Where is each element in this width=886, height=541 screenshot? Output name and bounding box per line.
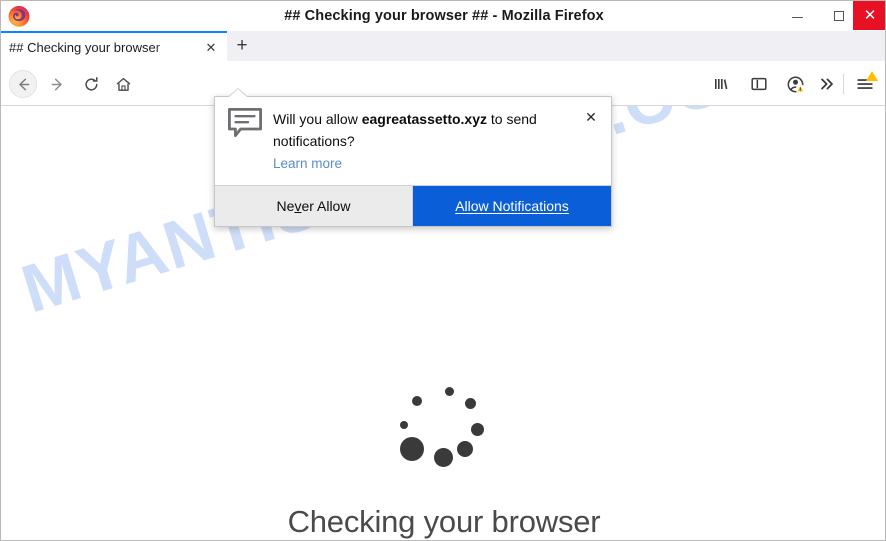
popup-body: Will you allow eagreatassetto.xyz to sen…: [215, 97, 611, 185]
popup-close-button[interactable]: ✕: [582, 108, 600, 126]
notification-bubble-icon: [228, 108, 262, 138]
loading-spinner-icon: [400, 386, 487, 473]
spinner-dot: [400, 437, 424, 461]
toolbar-divider: [843, 74, 844, 94]
reload-button[interactable]: [77, 70, 105, 98]
spinner-dot: [400, 421, 408, 429]
minimize-icon: [791, 17, 803, 18]
spinner-dot: [412, 396, 422, 406]
sidebar-button[interactable]: [745, 70, 773, 98]
close-window-button[interactable]: ✕: [853, 1, 885, 30]
browser-window: ## Checking your browser ## - Mozilla Fi…: [0, 0, 886, 541]
allow-notifications-button[interactable]: Allow Notifications: [413, 186, 611, 226]
back-arrow-icon: [18, 78, 29, 90]
app-menu-button[interactable]: [851, 70, 879, 98]
popup-message-prefix: Will you allow: [273, 111, 362, 127]
popup-message: Will you allow eagreatassetto.xyz to sen…: [273, 108, 553, 152]
never-allow-label: Never Allow: [276, 198, 351, 214]
maximize-button[interactable]: [821, 1, 857, 30]
tab-checking-your-browser[interactable]: ## Checking your browser ✕: [1, 31, 227, 61]
spinner-dot: [444, 386, 454, 396]
page-title: Checking your browser: [287, 504, 601, 539]
account-warning-icon: [787, 76, 805, 93]
spinner-dot: [433, 447, 453, 467]
minimize-button[interactable]: [779, 1, 815, 30]
back-button[interactable]: [9, 70, 37, 98]
overflow-menu-button[interactable]: [813, 70, 841, 98]
popup-arrow: [229, 89, 247, 97]
popup-message-domain: eagreatassetto.xyz: [361, 111, 487, 127]
home-button[interactable]: [109, 70, 137, 98]
allow-notifications-label: Allow Notifications: [455, 198, 569, 214]
never-allow-button[interactable]: Never Allow: [215, 186, 413, 226]
window-title: ## Checking your browser ## - Mozilla Fi…: [284, 8, 604, 24]
library-icon: [715, 79, 728, 90]
tab-strip: ## Checking your browser ✕ +: [1, 31, 885, 61]
new-tab-button[interactable]: +: [229, 34, 255, 58]
forward-arrow-icon: [51, 78, 62, 90]
tab-close-icon[interactable]: ✕: [203, 40, 219, 56]
tab-label: ## Checking your browser: [9, 40, 161, 55]
sidebar-icon: [751, 77, 767, 91]
chevron-double-right-icon: [821, 78, 833, 90]
reload-icon: [84, 76, 98, 91]
notification-permission-popup: Will you allow eagreatassetto.xyz to sen…: [214, 96, 612, 227]
warning-triangle-icon: [866, 71, 878, 81]
learn-more-link[interactable]: Learn more: [273, 156, 342, 171]
home-icon: [116, 77, 130, 91]
account-button[interactable]: [781, 70, 809, 98]
spinner-dot: [470, 422, 484, 436]
plus-icon: +: [236, 35, 248, 56]
close-icon: ✕: [585, 108, 597, 125]
forward-button[interactable]: [43, 70, 71, 98]
popup-action-bar: Never Allow Allow Notifications: [215, 185, 611, 226]
close-icon: ✕: [863, 7, 877, 24]
maximize-icon: [834, 10, 844, 21]
spinner-dot: [464, 397, 476, 409]
library-button[interactable]: [707, 70, 735, 98]
spinner-dot: [457, 441, 473, 457]
title-bar: ## Checking your browser ## - Mozilla Fi…: [1, 1, 885, 31]
